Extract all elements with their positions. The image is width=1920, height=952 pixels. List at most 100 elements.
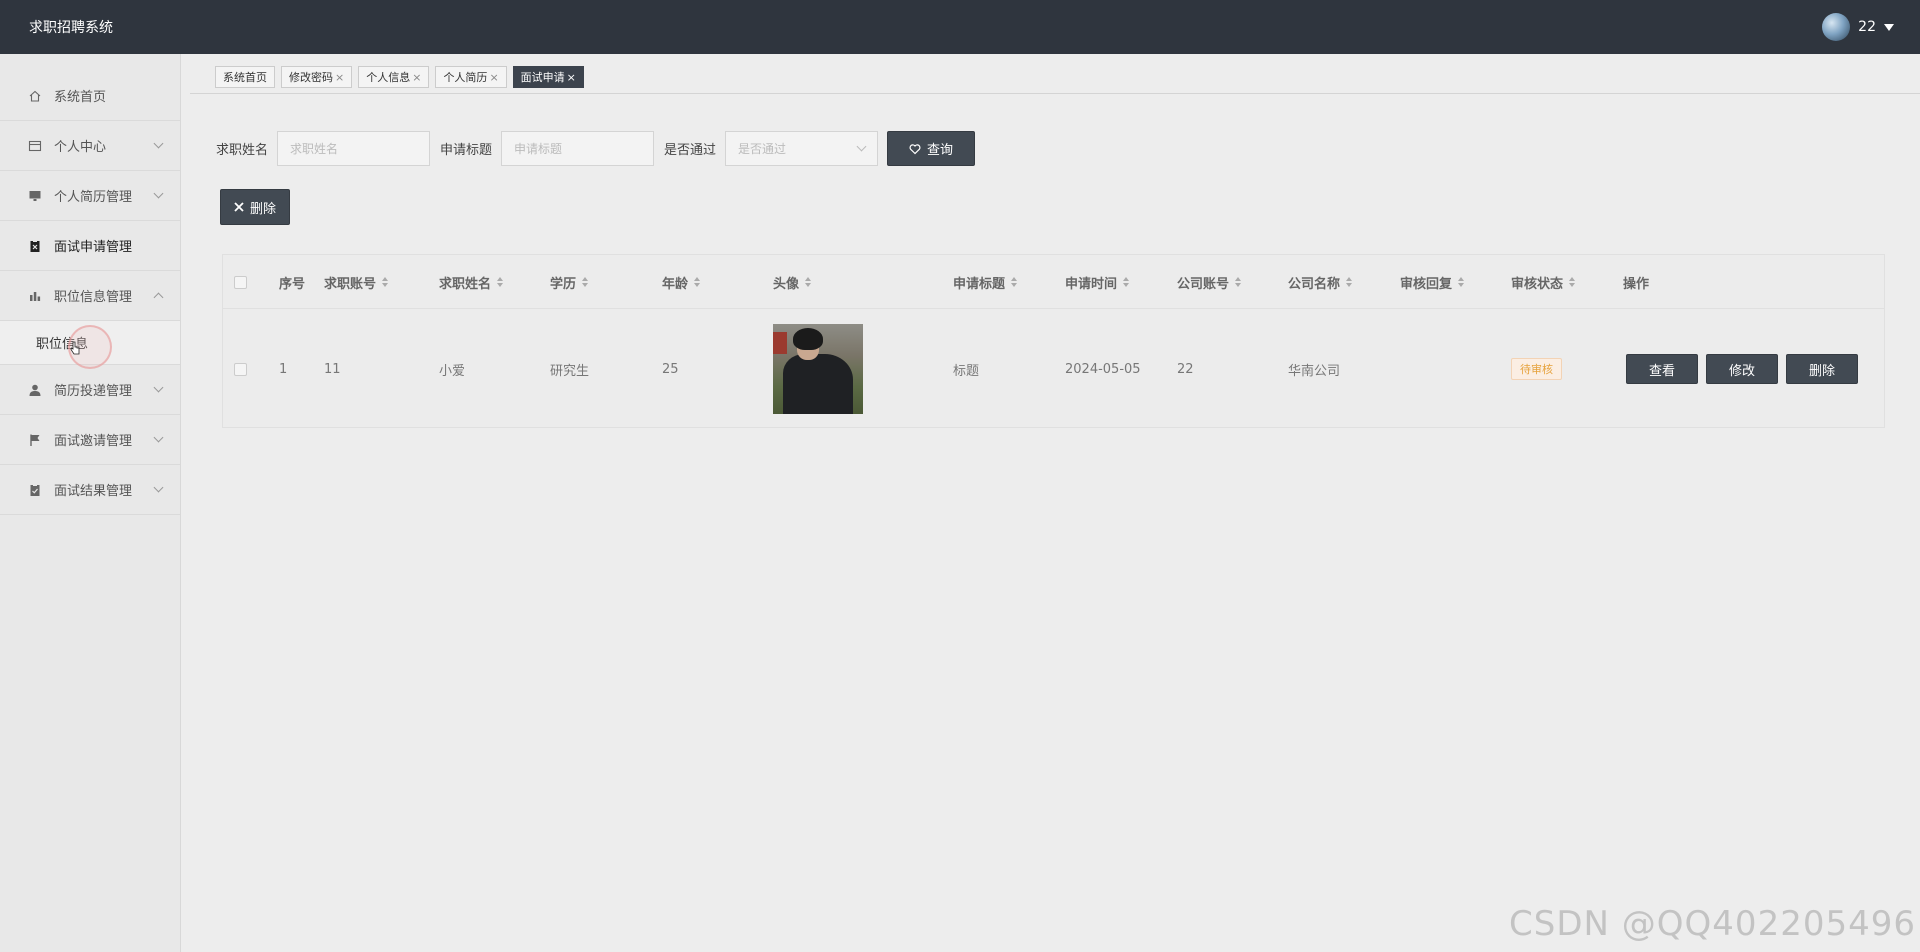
card-icon <box>28 139 42 153</box>
chevron-down-icon <box>153 188 164 199</box>
sidebar-item-personal-center[interactable]: 个人中心 <box>0 121 180 171</box>
close-icon[interactable]: × <box>335 71 344 84</box>
sidebar-item-label: 简历投递管理 <box>54 384 133 399</box>
column-header: 操作 <box>1623 276 1650 292</box>
close-icon <box>234 202 244 212</box>
sort-icon[interactable] <box>382 277 389 287</box>
title-search-input[interactable] <box>501 131 655 166</box>
sort-icon[interactable] <box>1123 277 1130 287</box>
tab-interview-application[interactable]: 面试申请 × <box>512 66 584 88</box>
sort-icon[interactable] <box>1569 277 1576 287</box>
sort-icon[interactable] <box>1346 277 1353 287</box>
column-header[interactable]: 申请标题 <box>953 255 1018 309</box>
chevron-up-icon <box>153 292 164 303</box>
sort-icon[interactable] <box>497 277 504 287</box>
monitor-icon <box>28 189 42 203</box>
status-badge: 待审核 <box>1511 358 1562 380</box>
edit-button[interactable]: 修改 <box>1706 354 1778 384</box>
tab-label: 个人简历 <box>443 71 488 84</box>
sidebar: 系统首页 个人中心 个人简历管理 面试申请管理 职位信息管理 职位信息 简历投递… <box>0 54 181 952</box>
sidebar-item-job-info[interactable]: 职位信息管理 <box>0 271 180 321</box>
sidebar-item-label: 个人中心 <box>54 140 107 155</box>
cell-company-account: 22 <box>1177 361 1194 377</box>
avatar[interactable] <box>1822 13 1851 41</box>
sort-icon[interactable] <box>1458 277 1465 287</box>
table-header: 序号 求职账号 求职姓名 学历 年龄 头像 申请标题 申请时间 公司账号 公司名… <box>223 255 1884 309</box>
top-bar: 求职招聘系统 22 <box>0 0 1920 54</box>
column-header[interactable]: 头像 <box>773 255 812 309</box>
sort-icon[interactable] <box>1235 277 1242 287</box>
sort-icon[interactable] <box>805 277 812 287</box>
avatar-image[interactable] <box>773 324 863 414</box>
close-icon[interactable]: × <box>412 71 421 84</box>
watermark: CSDN @QQ402205496 <box>1509 904 1916 944</box>
column-header[interactable]: 审核回复 <box>1400 255 1465 309</box>
tab-change-password[interactable]: 修改密码 × <box>281 66 353 88</box>
bar-chart-icon <box>28 289 42 303</box>
sidebar-item-resume[interactable]: 个人简历管理 <box>0 171 180 221</box>
sidebar-item-label: 个人简历管理 <box>54 190 133 205</box>
cell-age: 25 <box>662 361 679 377</box>
close-icon[interactable]: × <box>489 71 498 84</box>
name-search-input[interactable] <box>277 131 431 166</box>
sidebar-item-label: 系统首页 <box>54 90 107 105</box>
chevron-down-icon <box>153 382 164 393</box>
submenu-item-job-info[interactable]: 职位信息 <box>0 321 180 369</box>
sort-icon[interactable] <box>1011 277 1018 287</box>
column-header[interactable]: 学历 <box>550 255 589 309</box>
cell-index: 1 <box>279 361 288 377</box>
select-all-cell <box>234 255 247 309</box>
data-table: 序号 求职账号 求职姓名 学历 年龄 头像 申请标题 申请时间 公司账号 公司名… <box>222 254 1885 428</box>
tab-home[interactable]: 系统首页 <box>215 66 275 88</box>
app-title: 求职招聘系统 <box>29 20 113 36</box>
sidebar-item-interview-invitation[interactable]: 面试邀请管理 <box>0 415 180 465</box>
sidebar-item-interview-application[interactable]: 面试申请管理 <box>0 221 180 271</box>
close-icon[interactable]: × <box>567 71 576 84</box>
pass-select[interactable]: 是否通过 <box>725 131 879 166</box>
tab-label: 修改密码 <box>289 71 333 84</box>
sidebar-item-label: 面试结果管理 <box>54 484 133 499</box>
tab-bar: 系统首页 修改密码 × 个人信息 × 个人简历 × 面试申请 × <box>215 66 584 88</box>
sidebar-item-home[interactable]: 系统首页 <box>0 71 180 121</box>
cell-time: 2024-05-05 <box>1065 361 1141 377</box>
view-button[interactable]: 查看 <box>1626 354 1698 384</box>
column-header[interactable]: 年龄 <box>662 255 701 309</box>
user-name[interactable]: 22 <box>1858 19 1876 35</box>
tab-personal-info[interactable]: 个人信息 × <box>358 66 430 88</box>
row-checkbox[interactable] <box>234 362 247 376</box>
sidebar-item-label: 职位信息管理 <box>54 290 133 305</box>
delete-button[interactable]: 删除 <box>220 189 290 225</box>
cell-actions: 查看 修改 删除 <box>1626 309 1858 429</box>
column-header: 序号 <box>279 276 306 292</box>
chevron-down-icon <box>153 432 164 443</box>
row-delete-button[interactable]: 删除 <box>1786 354 1858 384</box>
select-all-checkbox[interactable] <box>234 275 247 289</box>
heart-icon <box>909 143 921 154</box>
query-button[interactable]: 查询 <box>887 131 976 166</box>
chevron-down-icon <box>856 141 867 152</box>
column-header[interactable]: 审核状态 <box>1511 255 1576 309</box>
query-button-label: 查询 <box>927 143 954 158</box>
home-icon <box>28 89 42 103</box>
row-select-cell <box>234 309 247 429</box>
tab-personal-resume[interactable]: 个人简历 × <box>435 66 507 88</box>
sidebar-item-interview-result[interactable]: 面试结果管理 <box>0 465 180 515</box>
cell-name: 小爱 <box>439 363 466 379</box>
search-form: 求职姓名 申请标题 是否通过 是否通过 查询 <box>216 131 976 166</box>
column-header[interactable]: 申请时间 <box>1065 255 1130 309</box>
column-header[interactable]: 求职账号 <box>324 255 389 309</box>
sort-icon[interactable] <box>582 277 589 287</box>
column-header[interactable]: 公司账号 <box>1177 255 1242 309</box>
cell-education: 研究生 <box>550 363 590 379</box>
column-header[interactable]: 公司名称 <box>1288 255 1353 309</box>
cell-company-name: 华南公司 <box>1288 363 1341 379</box>
sort-icon[interactable] <box>694 277 701 287</box>
sidebar-item-resume-delivery[interactable]: 简历投递管理 <box>0 365 180 415</box>
sidebar-item-label: 面试邀请管理 <box>54 434 133 449</box>
user-menu[interactable]: 22 <box>1822 13 1894 41</box>
chevron-down-icon <box>153 482 164 493</box>
column-header[interactable]: 求职姓名 <box>439 255 504 309</box>
clipboard-icon <box>28 239 42 253</box>
caret-down-icon[interactable] <box>1884 23 1894 31</box>
chevron-down-icon <box>153 138 164 149</box>
